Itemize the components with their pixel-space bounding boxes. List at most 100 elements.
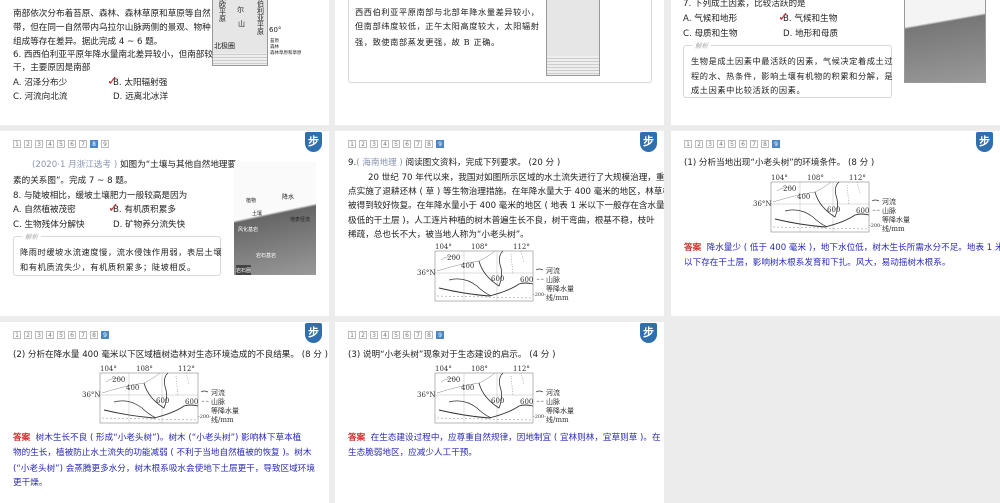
page-link[interactable]: 8 — [425, 331, 433, 339]
legend-isohyet-symbol: -200- — [198, 414, 211, 420]
isohyet-label: 600 — [827, 206, 840, 214]
lon-label: 104° — [435, 243, 452, 251]
page-link[interactable]: 6 — [739, 140, 747, 148]
answer-text: 树木生长不良 ( 形成“小老头树”)。树木 (“小老头树”) 影响林下草本植 — [35, 433, 302, 443]
page-link[interactable]: 3 — [35, 331, 43, 339]
page-link[interactable]: 4 — [46, 331, 54, 339]
analysis-line: 但南部纬度较低，正午太阳高度较大，太阳辐射 — [355, 21, 540, 31]
page-link[interactable]: 1 — [684, 140, 692, 148]
page-link[interactable]: 3 — [35, 140, 43, 148]
page-link[interactable]: 4 — [381, 140, 389, 148]
page-link[interactable]: 2 — [24, 331, 32, 339]
slide-thumbnail-6[interactable]: 南部依次分布着苔原、森林、森林草原和草原等自然 带，但在同一自然带内乌拉尔山脉两… — [0, 0, 329, 125]
page-link-active[interactable]: 9 — [772, 140, 780, 148]
option-a: A. 气候和地形 — [683, 14, 738, 24]
diagram-label: 植物 — [246, 198, 257, 204]
diagram-label: 地表径流 — [290, 217, 311, 223]
page-link[interactable]: 4 — [717, 140, 725, 148]
siberia-map — [546, 0, 600, 76]
page-link[interactable]: 5 — [57, 331, 65, 339]
map-label: 西西伯利亚平原 — [257, 0, 264, 36]
page-link[interactable]: 4 — [381, 331, 389, 339]
slide-thumbnail-9-q1[interactable]: 123456789 步 (1) 分析当地出现“小老头树”的环境条件。 (8 分 … — [671, 131, 1000, 316]
page-link[interactable]: 6 — [403, 140, 411, 148]
legend-mountain: 山脉 — [211, 397, 225, 406]
precipitation-map-svg: 104° 108° 112° 36°N 200 400 600 600 河流 山… — [417, 365, 574, 424]
checkmark-icon: ✓ — [108, 201, 119, 216]
lon-label: 108° — [807, 174, 824, 182]
lon-label: 108° — [471, 243, 488, 251]
page-link[interactable]: 3 — [370, 140, 378, 148]
legend-isohyet: 等降水量 — [546, 406, 574, 415]
option-d: D. 地形和母质 — [783, 29, 839, 39]
page-link[interactable]: 3 — [370, 331, 378, 339]
page-link-active[interactable]: 9 — [436, 140, 444, 148]
isohyet-label: 200 — [112, 376, 125, 384]
lat-label: 36°N — [753, 200, 772, 208]
page-link[interactable]: 5 — [57, 140, 65, 148]
page-link[interactable]: 6 — [68, 331, 76, 339]
answer-label: 答案 — [684, 243, 702, 253]
slide-thumbnail-6-analysis[interactable]: 西西伯利亚平原南部与北部年降水量差异较小， 但南部纬度较低，正午太阳高度较大，太… — [335, 0, 664, 125]
page-link[interactable]: 1 — [13, 331, 21, 339]
page-link[interactable]: 6 — [403, 331, 411, 339]
isohyet-label: 400 — [797, 193, 810, 201]
slide-thumbnail-7[interactable]: 7. 下列成土因素，比较活跃的是 A. 气候和地形 B. 气候和生物 ✓ C. … — [671, 0, 1000, 125]
page-link[interactable]: 3 — [706, 140, 714, 148]
lon-label: 108° — [136, 365, 153, 373]
intro-text: 素的关系图”。完成 7 ~ 8 题。 — [13, 176, 133, 186]
page-link-active[interactable]: 9 — [101, 331, 109, 339]
option-b: B. 太阳辐射强 — [113, 78, 168, 88]
page-link[interactable]: 5 — [392, 140, 400, 148]
page-link[interactable]: 1 — [348, 331, 356, 339]
page-link-active[interactable]: 8 — [90, 140, 98, 148]
page-nav: 123456789 — [13, 331, 109, 339]
page-link[interactable]: 4 — [46, 140, 54, 148]
legend-steppe: 森林草原和草原 — [270, 51, 302, 56]
page-link[interactable]: 8 — [761, 140, 769, 148]
page-nav: 123456789 — [13, 140, 109, 148]
page-link[interactable]: 1 — [348, 140, 356, 148]
page-link-active[interactable]: 9 — [436, 331, 444, 339]
analysis-line: 降雨时缓坡水流速度慢，流水侵蚀作用弱，表层土壤 — [20, 247, 223, 257]
slide-thumbnail-9[interactable]: 123456789 步 9.( 海南地理 ) 阅读图文资料，完成下列要求。 (2… — [335, 131, 664, 316]
precipitation-map-svg: 104° 108° 112° 36°N 200 400 600 600 河流 山… — [417, 243, 574, 302]
page-link[interactable]: 2 — [695, 140, 703, 148]
q-text: 阅读图文资料，完成下列要求。 (20 分 ) — [402, 158, 561, 168]
isohyet-label: 400 — [126, 384, 139, 392]
option-c: C. 生物残体分解快 — [13, 220, 85, 230]
page-link[interactable]: 2 — [359, 331, 367, 339]
lat-label: 36°N — [82, 391, 101, 399]
logo-icon: 步 — [976, 132, 993, 152]
legend-isohyet-unit: 线/mm — [546, 415, 569, 424]
page-link[interactable]: 7 — [750, 140, 758, 148]
page-link[interactable]: 8 — [425, 140, 433, 148]
page-link[interactable]: 1 — [13, 140, 21, 148]
page-link[interactable]: 7 — [414, 331, 422, 339]
page-link[interactable]: 5 — [728, 140, 736, 148]
svg-text:^^: ^^ — [536, 399, 544, 406]
slide-thumbnail-9-q2[interactable]: 123456789 步 (2) 分析在降水量 400 毫米以下区域植树造林对生态… — [0, 322, 329, 503]
page-link[interactable]: 8 — [90, 331, 98, 339]
page-link[interactable]: 7 — [79, 140, 87, 148]
slide-thumbnail-9-q3[interactable]: 123456789 步 (3) 说明“小老头树”现象对于生态建设的启示。 (4 … — [335, 322, 664, 503]
slide-thumbnail-8[interactable]: 123456789 步 (2020·1 月浙江选考 ) 如图为“土壤与其他自然地… — [0, 131, 329, 316]
question-9-1: (1) 分析当地出现“小老头树”的环境条件。 (8 分 ) — [684, 158, 875, 168]
page-link[interactable]: 7 — [79, 331, 87, 339]
page-link[interactable]: 2 — [24, 140, 32, 148]
lon-label: 104° — [435, 365, 452, 373]
lat-label: 36°N — [417, 391, 436, 399]
page-link[interactable]: 5 — [392, 331, 400, 339]
paragraph-line: 20 世纪 70 年代以来，我国对如图所示区域的水土流失进行了大规模治理，重 — [368, 173, 664, 183]
page-link[interactable]: 6 — [68, 140, 76, 148]
answer-line: 答案 树木生长不良 ( 形成“小老头树”)。树木 (“小老头树”) 影响林下草本… — [13, 432, 301, 444]
page-link[interactable]: 2 — [359, 140, 367, 148]
page-link[interactable]: 9 — [101, 140, 109, 148]
page-link[interactable]: 7 — [414, 140, 422, 148]
paragraph-line: 被得到较好恢复。在年降水量小于 400 毫米的地区 ( 地表 1 米以下一般存在… — [348, 201, 664, 211]
isohyet-label: 600 — [491, 397, 504, 405]
map-label: 尔 — [237, 6, 244, 14]
option-c: C. 母质和生物 — [683, 29, 738, 39]
map-label: 北极圈 — [214, 42, 235, 50]
question-9-2: (2) 分析在降水量 400 毫米以下区域植树造林对生态环境造成的不良结果。 (… — [13, 350, 328, 360]
